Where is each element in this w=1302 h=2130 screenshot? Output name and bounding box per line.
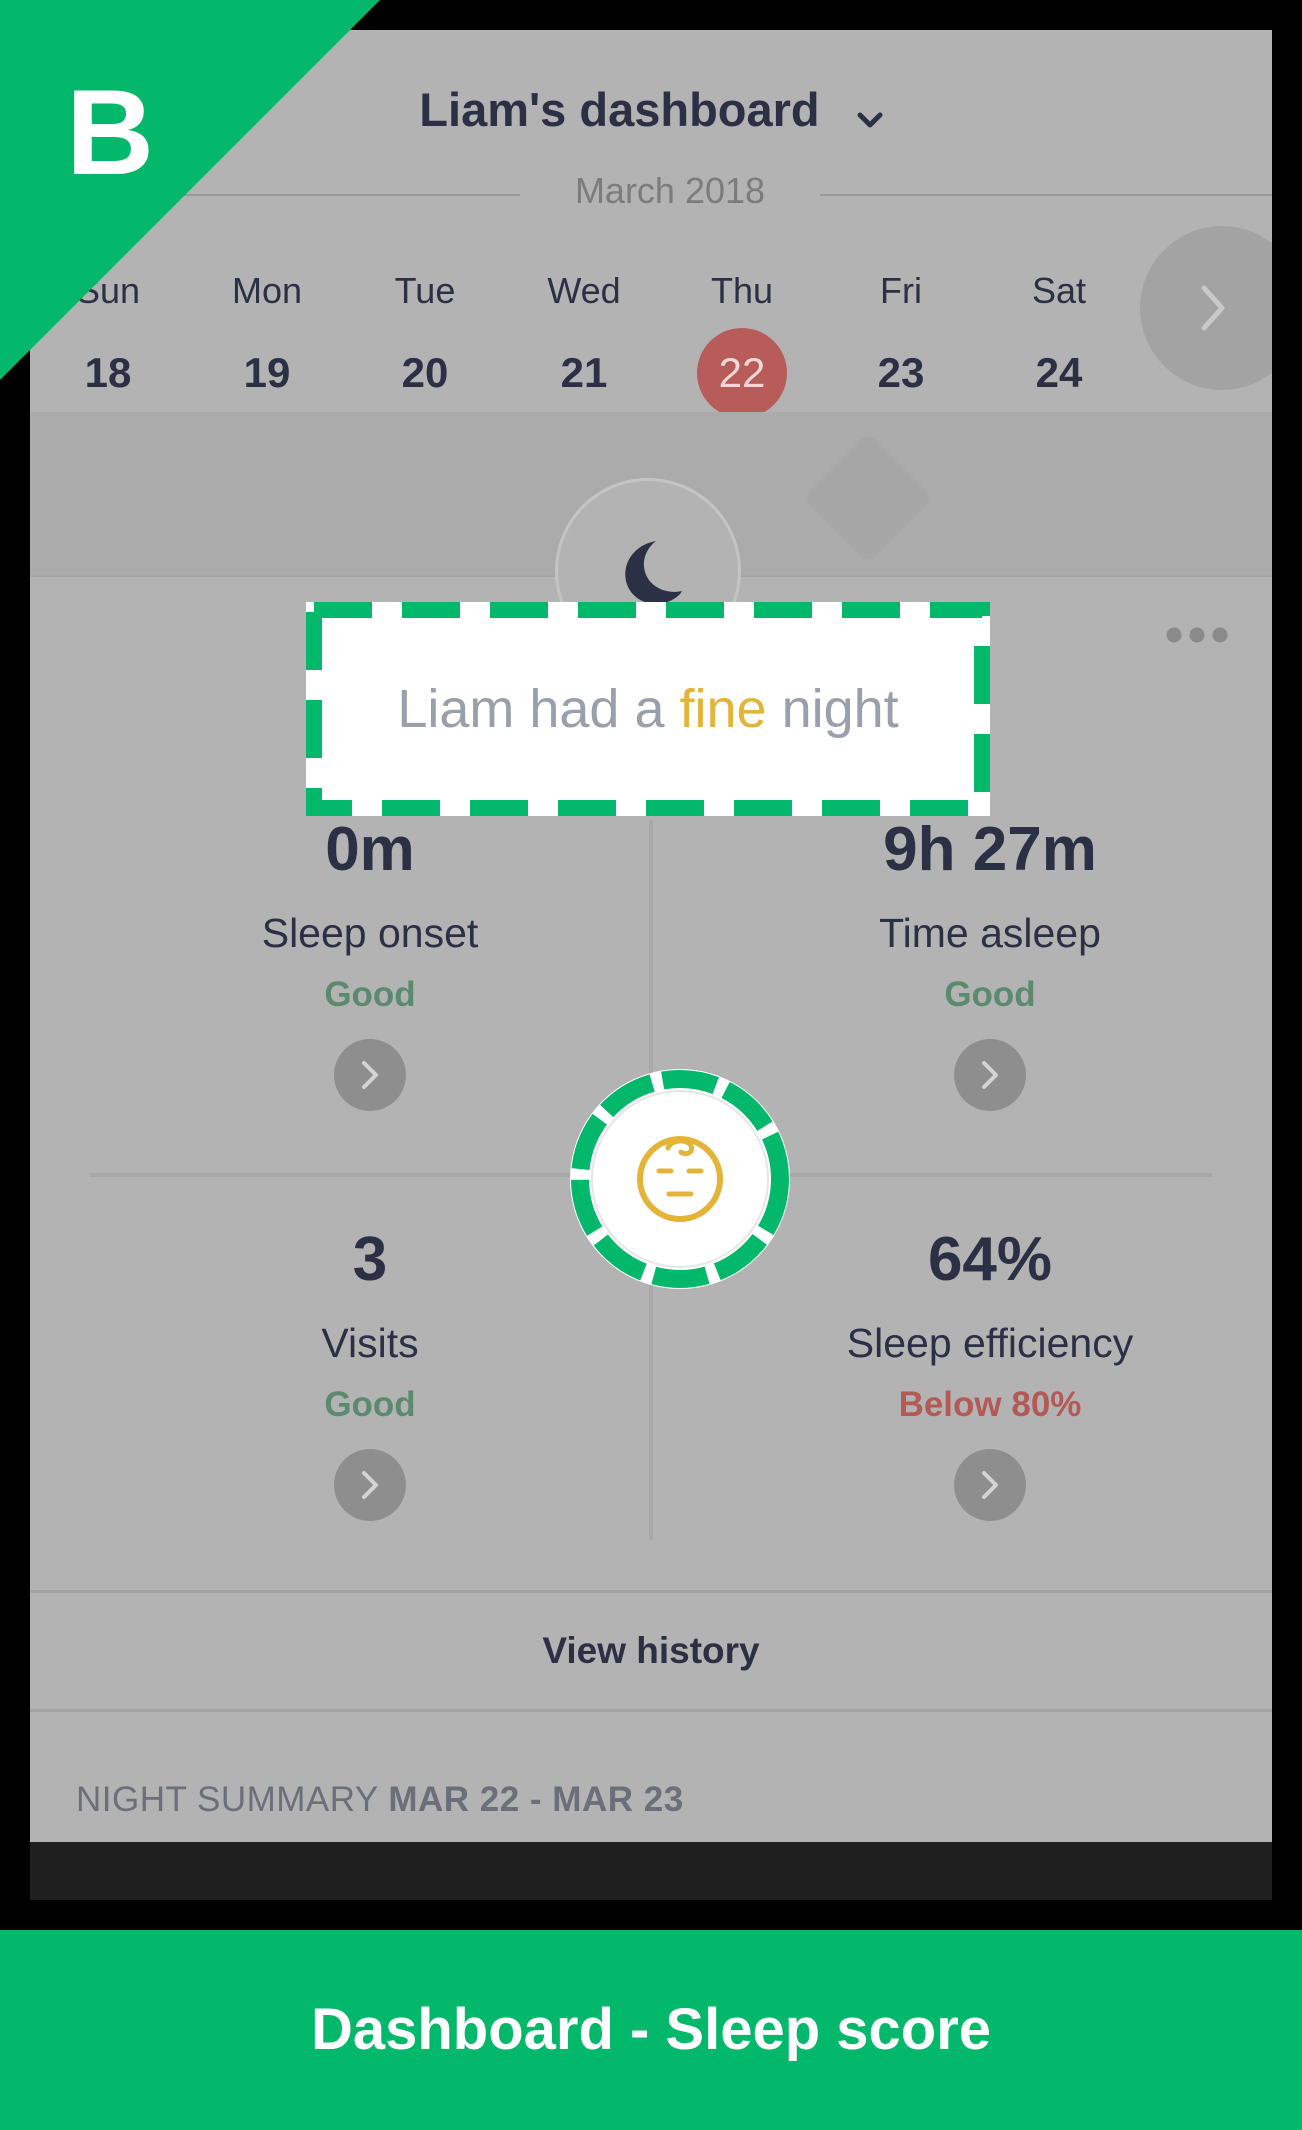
corner-badge (0, 0, 380, 380)
badge-letter: B (66, 64, 155, 200)
day-of-week: Thu (710, 270, 774, 311)
summary-photo (30, 1842, 1272, 1900)
metric-status: Good (944, 975, 1036, 1014)
day-thursday-selected[interactable]: Thu 22 (682, 270, 802, 418)
day-of-week: Sat (1031, 270, 1087, 311)
day-number: 21 (560, 349, 608, 396)
summary-prefix: NIGHT SUMMARY (76, 1780, 389, 1819)
month-label: March 2018 (520, 170, 820, 212)
day-tuesday[interactable]: Tue 20 (365, 270, 485, 418)
chevron-right-icon (362, 1471, 378, 1499)
day-number: 24 (1035, 349, 1083, 396)
more-dots-icon (1166, 627, 1228, 643)
day-number: 20 (401, 349, 449, 396)
day-friday[interactable]: Fri 23 (841, 270, 961, 418)
metric-label: Time asleep (879, 910, 1101, 956)
visits-details-button[interactable] (334, 1449, 406, 1521)
chevron-right-icon (362, 1061, 378, 1089)
sleep-onset-details-button[interactable] (334, 1039, 406, 1111)
chevron-right-icon (1201, 285, 1225, 331)
chevron-right-icon (982, 1061, 998, 1089)
day-of-week: Wed (547, 270, 621, 311)
metric-status: Below 80% (898, 1385, 1082, 1424)
device-frame: Liam's dashboard March 2018 Sun 18 Mon 1… (0, 0, 1302, 1930)
metric-label: Visits (321, 1320, 419, 1366)
metric-status: Good (324, 975, 416, 1014)
day-number: 22 (697, 328, 787, 418)
day-wednesday[interactable]: Wed 21 (524, 270, 644, 418)
day-saturday[interactable]: Sat 24 (999, 270, 1119, 418)
night-summary-heading: NIGHT SUMMARY MAR 22 - MAR 23 (76, 1780, 684, 1820)
highlight-dashed-border (306, 602, 990, 816)
sleep-headline-highlight: Liam had a fine night (306, 602, 990, 816)
metric-label: Sleep efficiency (846, 1320, 1134, 1366)
metric-label: Sleep onset (261, 910, 479, 956)
day-of-week: Tue (394, 270, 456, 311)
moon-icon (625, 541, 682, 604)
time-asleep-details-button[interactable] (954, 1039, 1026, 1111)
page-title: Liam's dashboard (419, 83, 820, 136)
more-options-button[interactable] (1165, 626, 1229, 649)
sleep-score-ring[interactable] (565, 1064, 795, 1294)
sleep-efficiency-details-button[interactable] (954, 1449, 1026, 1521)
caption-banner: Dashboard - Sleep score (0, 1930, 1302, 2130)
metric-value: 0m (325, 815, 415, 884)
chevron-right-icon (982, 1471, 998, 1499)
day-of-week: Fri (880, 270, 922, 311)
chevron-down-icon (857, 86, 883, 141)
metric-status: Good (324, 1385, 416, 1424)
summary-date-range: MAR 22 - MAR 23 (388, 1780, 684, 1819)
metric-value: 9h 27m (883, 815, 1097, 884)
day-number: 23 (877, 349, 925, 396)
view-history-button[interactable]: View history (30, 1590, 1272, 1712)
